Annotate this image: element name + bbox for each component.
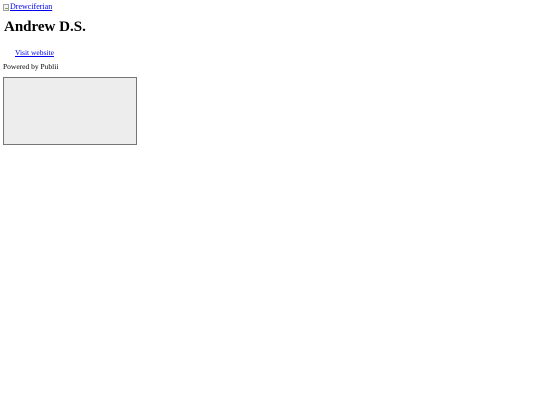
author-name-heading: Andrew D.S.: [4, 19, 86, 35]
page: Drewciferian Andrew D.S. Visit website P…: [0, 0, 540, 405]
visit-website-link[interactable]: Visit website: [15, 48, 54, 57]
powered-by-text: Powered by Publii: [3, 62, 59, 71]
broken-image-icon: [3, 3, 9, 11]
site-logo-link[interactable]: Drewciferian: [3, 2, 52, 12]
embedded-frame[interactable]: [3, 77, 137, 145]
site-logo-alt-text: Drewciferian: [10, 2, 53, 11]
